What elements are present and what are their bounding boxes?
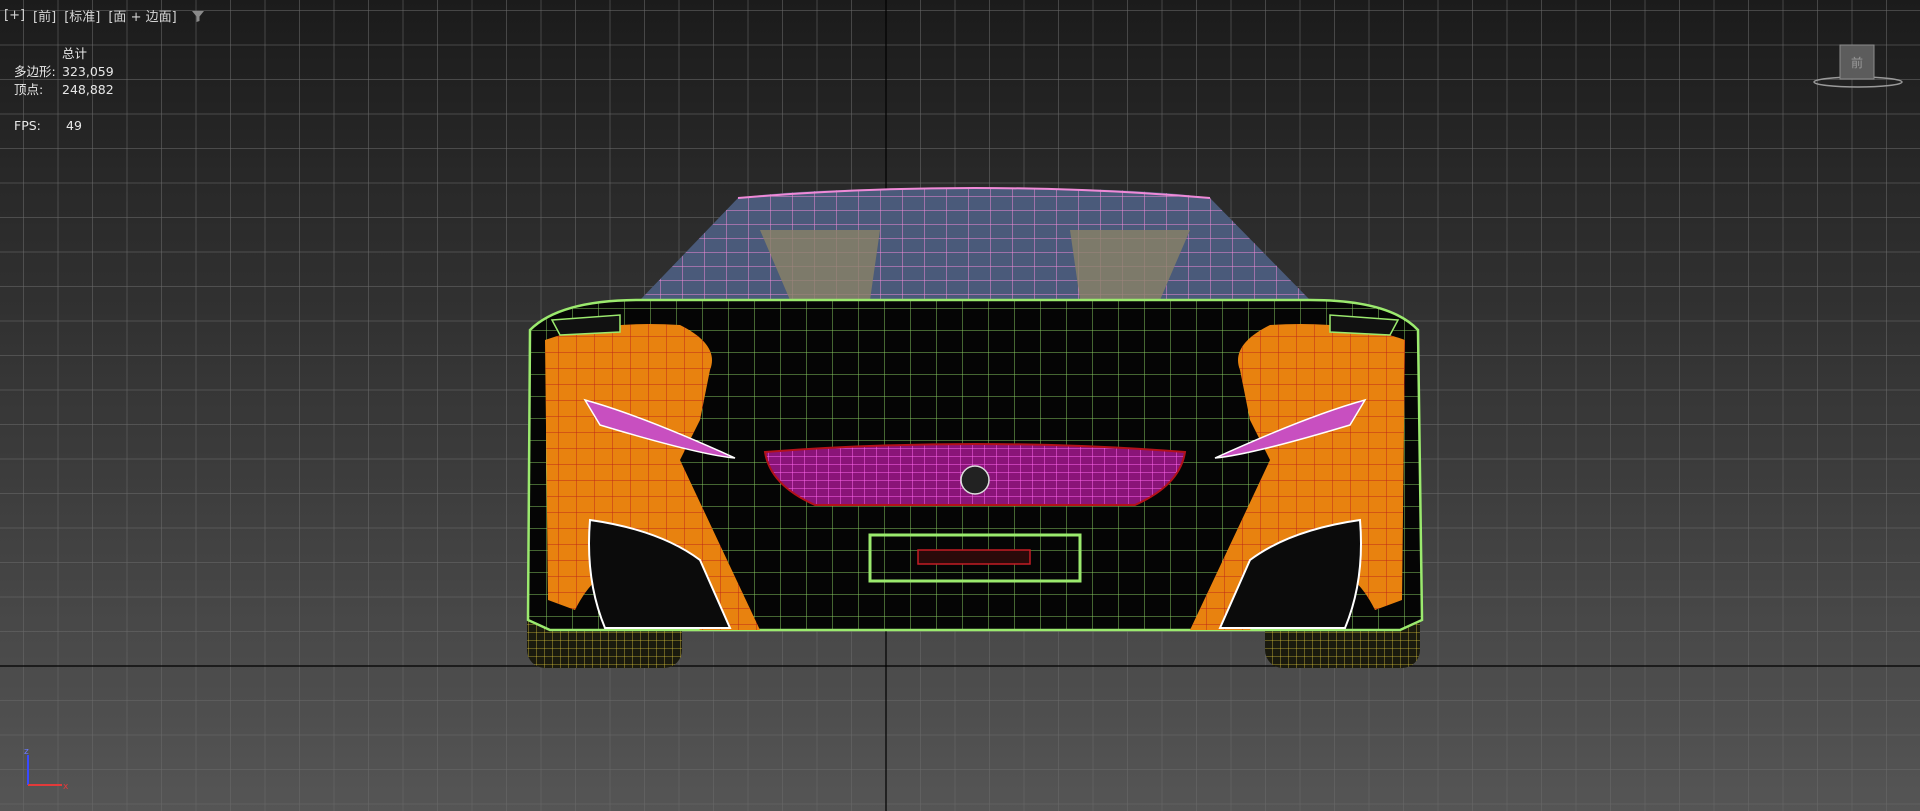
front-grille bbox=[763, 443, 1187, 506]
viewport-label-bar: [+] [前] [标准] [面 + 边面] bbox=[4, 6, 205, 25]
z-axis-label: z bbox=[24, 747, 29, 757]
stats-header: 总计 bbox=[62, 46, 88, 61]
polygons-value: 323,059 bbox=[62, 64, 114, 79]
brand-badge bbox=[960, 465, 990, 495]
car-wireframe-model[interactable] bbox=[0, 0, 1920, 811]
viewport-shading-button[interactable]: [标准] bbox=[64, 6, 100, 25]
front-viewport[interactable]: [+] [前] [标准] [面 + 边面] 总计 多边形: 323,059 顶点… bbox=[0, 0, 1920, 811]
x-axis-label: x bbox=[63, 782, 68, 792]
vertices-value: 248,882 bbox=[62, 82, 114, 97]
statistics-overlay: 总计 多边形: 323,059 顶点: 248,882 FPS: 49 bbox=[14, 45, 114, 135]
viewport-menu-button[interactable]: [+] bbox=[4, 8, 25, 23]
filter-icon[interactable] bbox=[191, 9, 205, 23]
polygons-label: 多边形: bbox=[14, 64, 56, 79]
viewcube-face-label: 前 bbox=[1851, 55, 1863, 70]
axis-tripod-icon: z x bbox=[24, 747, 68, 792]
fps-label: FPS: bbox=[14, 118, 41, 133]
vertices-label: 顶点: bbox=[14, 82, 44, 97]
windshield-cabin bbox=[640, 187, 1310, 300]
fps-value: 49 bbox=[66, 118, 82, 133]
viewcube-icon[interactable]: 前 bbox=[1810, 42, 1906, 92]
viewport-display-mode-button[interactable]: [面 + 边面] bbox=[108, 6, 176, 25]
viewport-point-of-view-button[interactable]: [前] bbox=[33, 6, 56, 25]
